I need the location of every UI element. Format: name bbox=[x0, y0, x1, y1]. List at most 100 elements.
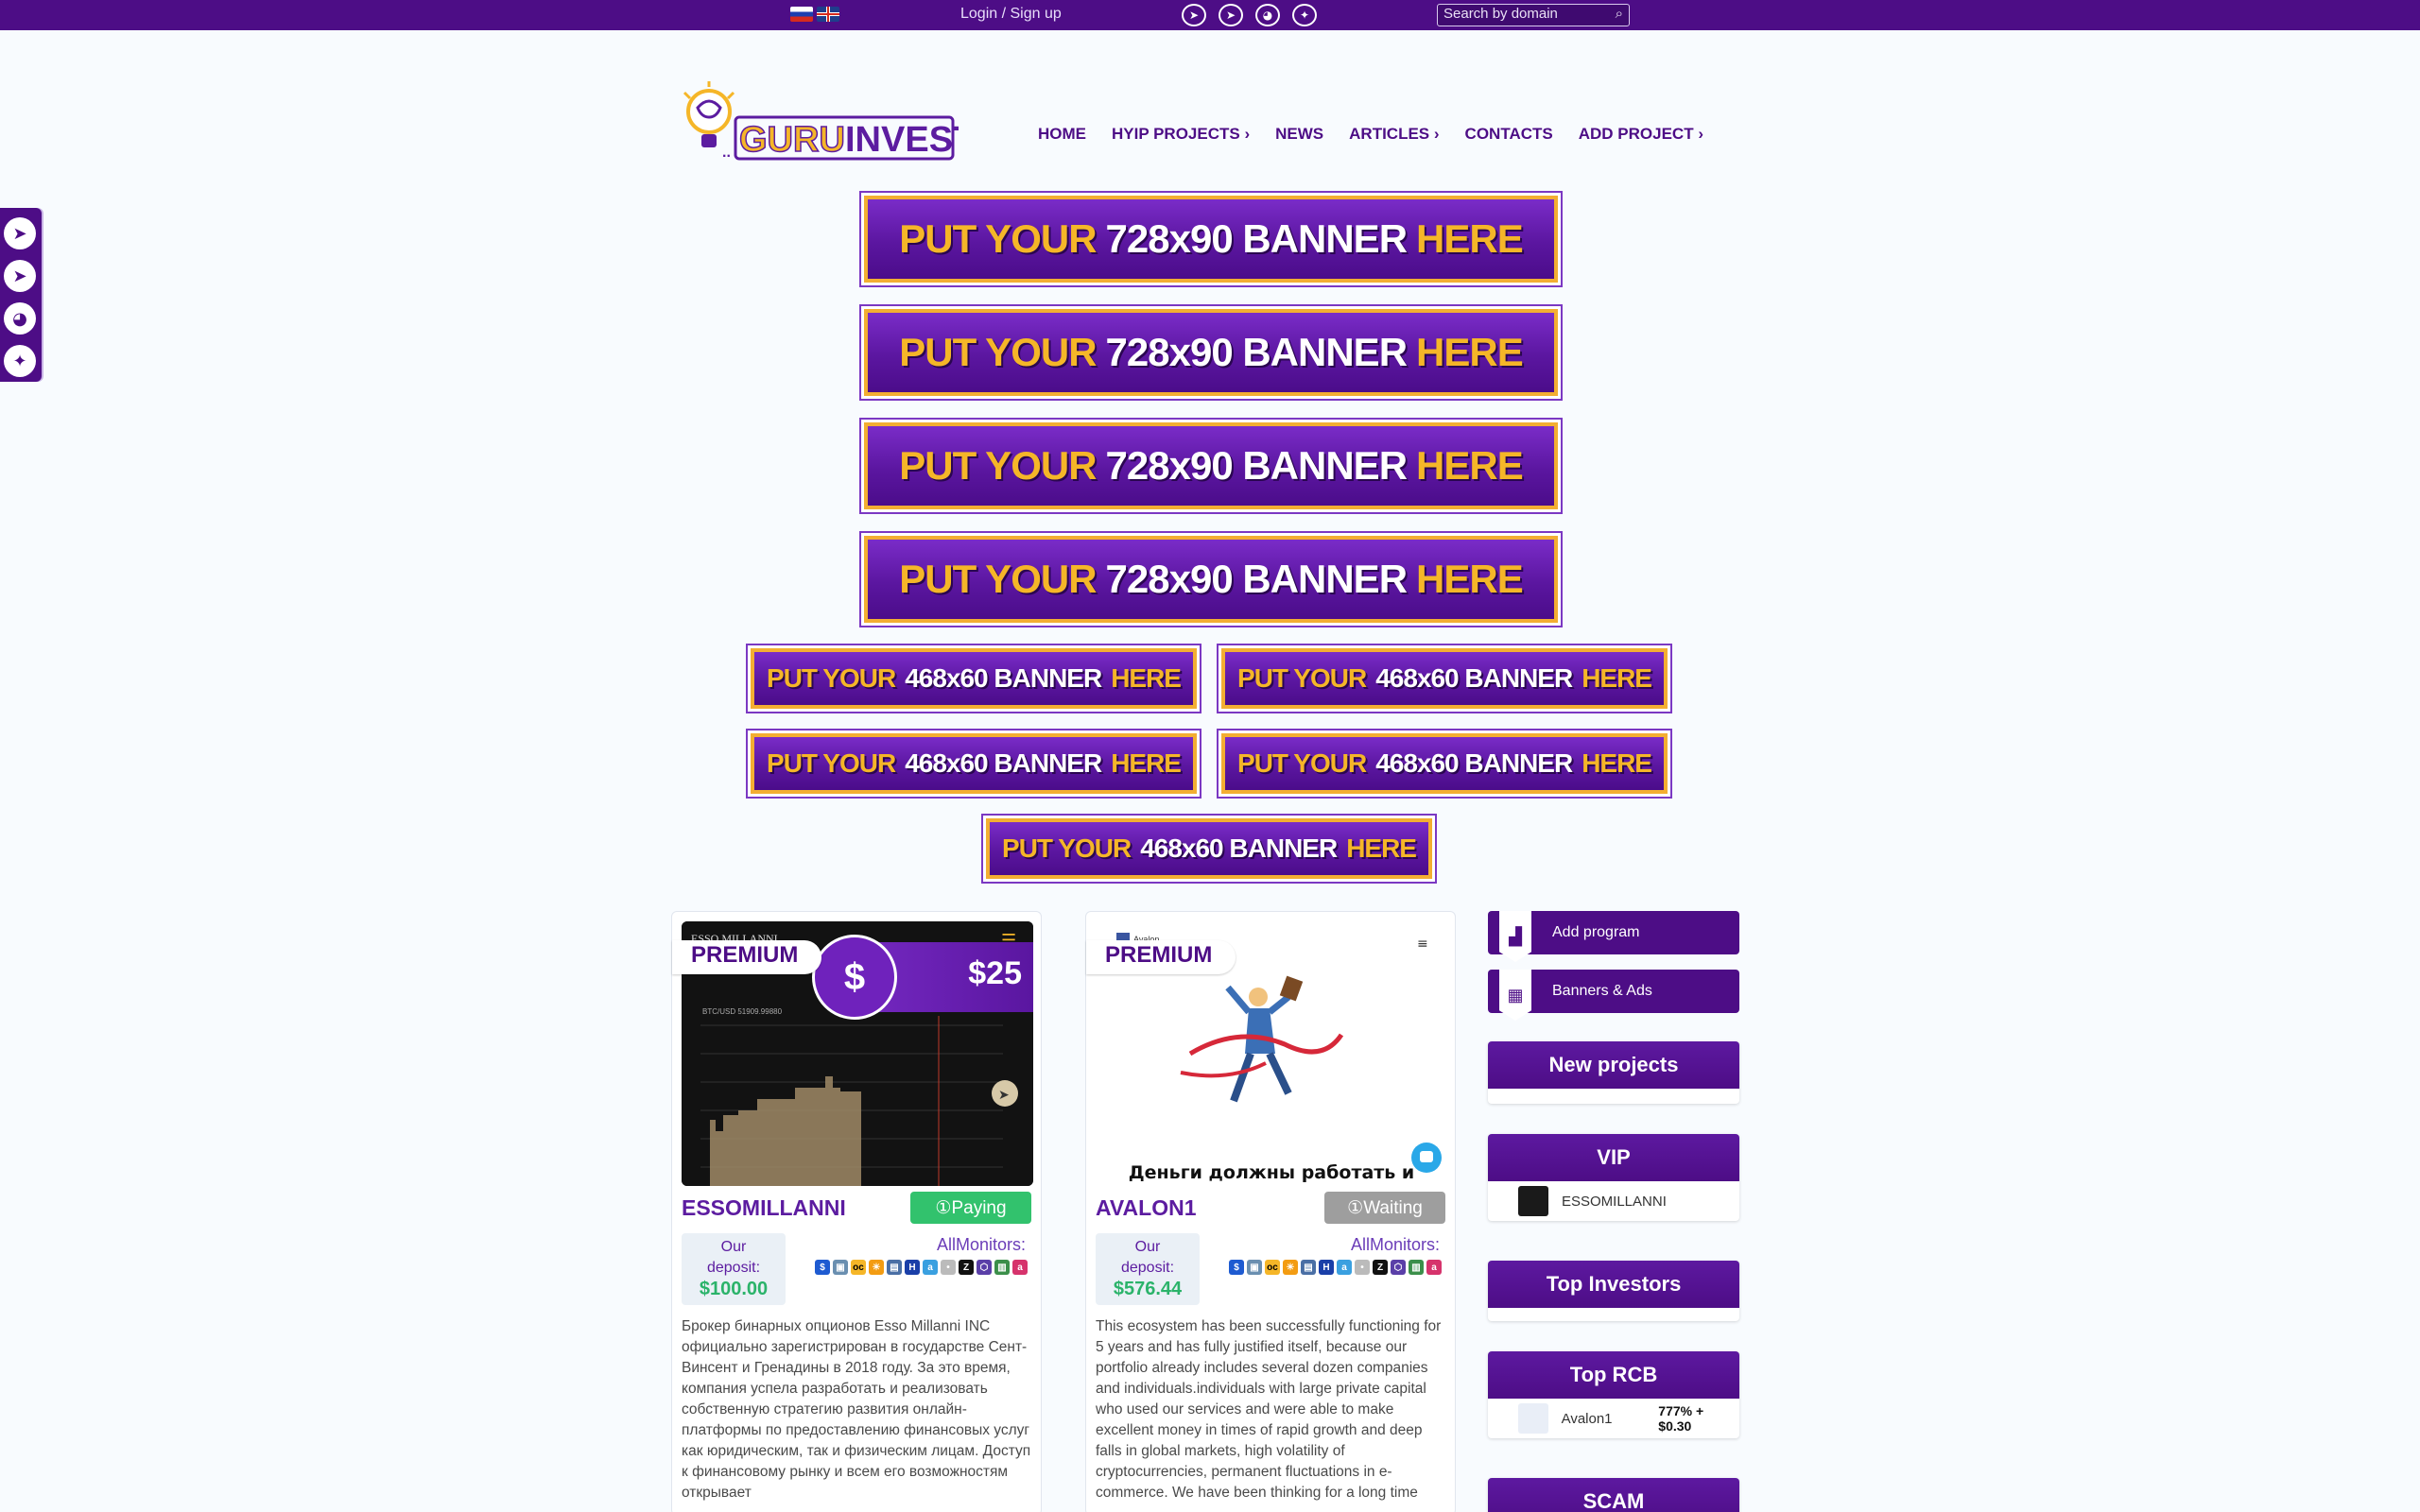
banner-text: HERE bbox=[1111, 748, 1182, 778]
project-card[interactable]: ESSO MILLANNI ☰ BTC/USD 51909.99880 ➤ $ … bbox=[671, 911, 1042, 1512]
telegram-icon[interactable]: ➤ bbox=[4, 260, 36, 292]
monitor-icon[interactable]: • bbox=[1355, 1260, 1370, 1275]
banner-468x60[interactable]: PUT YOUR 468x60 BANNER HERE bbox=[751, 648, 1197, 709]
banner-468x60[interactable]: PUT YOUR 468x60 BANNER HERE bbox=[1221, 733, 1668, 794]
twitter-icon[interactable]: ✦ bbox=[1292, 4, 1317, 26]
premium-badge: PREMIUM bbox=[672, 940, 821, 974]
chat-icon[interactable]: ◕ bbox=[4, 302, 36, 335]
uk-flag-icon[interactable] bbox=[817, 7, 839, 22]
allmonitors-label[interactable]: AllMonitors: bbox=[937, 1235, 1026, 1255]
list-item[interactable]: Avalon1 777% + $0.30 bbox=[1488, 1399, 1739, 1438]
monitor-icon[interactable]: oc bbox=[851, 1260, 866, 1275]
monitor-icon[interactable]: Z bbox=[959, 1260, 974, 1275]
list-item[interactable]: ESSOMILLANNI bbox=[1488, 1181, 1739, 1221]
status-badge: ①Waiting bbox=[1324, 1192, 1445, 1224]
banner-728x90[interactable]: PUT YOUR 728x90 BANNER HERE bbox=[864, 309, 1558, 396]
login-signup-link[interactable]: Login / Sign up bbox=[960, 6, 1062, 23]
monitor-icon[interactable]: ⬡ bbox=[977, 1260, 992, 1275]
widget-title[interactable]: Top Investors bbox=[1488, 1261, 1739, 1308]
monitor-icon[interactable]: ⬡ bbox=[1391, 1260, 1406, 1275]
widget-title[interactable]: VIP bbox=[1488, 1134, 1739, 1181]
banner-text: 728x90 BANNER bbox=[1105, 443, 1408, 488]
monitor-icon[interactable]: ▤ bbox=[887, 1260, 902, 1275]
banner-text: PUT YOUR bbox=[899, 443, 1097, 488]
chart-icon: ▟ bbox=[1499, 911, 1531, 962]
monitor-icon[interactable]: ▣ bbox=[833, 1260, 848, 1275]
twitter-icon[interactable]: ✦ bbox=[4, 345, 36, 377]
add-program-label: Add program bbox=[1552, 924, 1640, 940]
banner-text: PUT YOUR bbox=[1237, 748, 1367, 778]
top-investors-widget: Top Investors bbox=[1488, 1261, 1739, 1321]
telegram-icon[interactable]: ➤ bbox=[1182, 4, 1206, 26]
ru-flag-icon[interactable] bbox=[790, 7, 813, 22]
banner-728x90[interactable]: PUT YOUR 728x90 BANNER HERE bbox=[864, 196, 1558, 283]
monitor-icon[interactable]: ☀ bbox=[1283, 1260, 1298, 1275]
deposit-amount: $576.44 bbox=[1113, 1279, 1183, 1299]
monitor-icon[interactable]: $ bbox=[1229, 1260, 1244, 1275]
monitor-icon[interactable]: $ bbox=[815, 1260, 830, 1275]
monitor-icon[interactable]: a bbox=[1012, 1260, 1028, 1275]
deposit-amount: $100.00 bbox=[699, 1279, 769, 1299]
banner-text: HERE bbox=[1416, 443, 1524, 488]
banner-text: 728x90 BANNER bbox=[1105, 216, 1408, 261]
nav-articles[interactable]: ARTICLES › bbox=[1349, 125, 1439, 144]
banner-text: HERE bbox=[1416, 557, 1524, 601]
monitor-icon[interactable]: a bbox=[1337, 1260, 1352, 1275]
widget-title[interactable]: SCAM bbox=[1488, 1478, 1739, 1512]
banners-ads-button[interactable]: ▦ Banners & Ads bbox=[1488, 970, 1739, 1021]
monitor-icon[interactable]: ☀ bbox=[869, 1260, 884, 1275]
monitor-icon[interactable]: a bbox=[1426, 1260, 1442, 1275]
search-placeholder: Search by domain bbox=[1443, 6, 1558, 22]
monitor-icon[interactable]: ▥ bbox=[1409, 1260, 1424, 1275]
nav-add-project[interactable]: ADD PROJECT › bbox=[1579, 125, 1703, 144]
chat-icon[interactable]: ◕ bbox=[1255, 4, 1280, 26]
nav-contacts[interactable]: CONTACTS bbox=[1465, 125, 1553, 144]
search-icon[interactable]: ⌕ bbox=[1616, 6, 1623, 22]
project-name[interactable]: AVALON1 bbox=[1096, 1195, 1197, 1221]
project-card[interactable]: Avalon ≡ Деньги должны работать и PREMIU… bbox=[1085, 911, 1456, 1512]
banners-ads-label: Banners & Ads bbox=[1552, 983, 1652, 999]
telegram-icon[interactable]: ➤ bbox=[4, 217, 36, 249]
banner-text: HERE bbox=[1582, 663, 1652, 693]
banner-text: PUT YOUR bbox=[899, 557, 1097, 601]
banner-468x60[interactable]: PUT YOUR 468x60 BANNER HERE bbox=[1221, 648, 1668, 709]
chevron-right-icon: › bbox=[1244, 125, 1251, 143]
svg-text:Деньги должны работать и: Деньги должны работать и bbox=[1129, 1162, 1414, 1183]
rcb-value: 777% + $0.30 bbox=[1658, 1403, 1704, 1434]
add-program-button[interactable]: ▟ Add program bbox=[1488, 911, 1739, 962]
banner-728x90[interactable]: PUT YOUR 728x90 BANNER HERE bbox=[864, 422, 1558, 509]
vip-widget: VIP ESSOMILLANNI bbox=[1488, 1134, 1739, 1221]
monitor-icon[interactable]: H bbox=[905, 1260, 920, 1275]
guruinvest-logo[interactable]: .. GURU INVEST bbox=[677, 79, 959, 164]
svg-text:➤: ➤ bbox=[998, 1088, 1010, 1103]
main-nav: HOME HYIP PROJECTS › NEWS ARTICLES › CON… bbox=[1038, 125, 1703, 144]
monitor-icon[interactable]: oc bbox=[1265, 1260, 1280, 1275]
monitor-icon[interactable]: a bbox=[923, 1260, 938, 1275]
nav-news[interactable]: NEWS bbox=[1275, 125, 1323, 144]
banner-text: PUT YOUR bbox=[1237, 663, 1367, 693]
grid-icon: ▦ bbox=[1499, 970, 1531, 1021]
monitor-icon[interactable]: • bbox=[941, 1260, 956, 1275]
domain-search-input[interactable]: Search by domain ⌕ bbox=[1437, 4, 1630, 26]
list-item-label: ESSOMILLANNI bbox=[1562, 1193, 1667, 1210]
banner-468x60[interactable]: PUT YOUR 468x60 BANNER HERE bbox=[751, 733, 1197, 794]
monitor-icon[interactable]: ▥ bbox=[994, 1260, 1010, 1275]
nav-hyip-projects[interactable]: HYIP PROJECTS › bbox=[1112, 125, 1250, 144]
monitor-icon[interactable]: H bbox=[1319, 1260, 1334, 1275]
project-description: Брокер бинарных опционов Esso Millanni I… bbox=[682, 1318, 1031, 1501]
telegram-icon[interactable]: ➤ bbox=[1219, 4, 1243, 26]
nav-home[interactable]: HOME bbox=[1038, 125, 1086, 144]
monitor-icon[interactable]: Z bbox=[1373, 1260, 1388, 1275]
project-name[interactable]: ESSOMILLANNI bbox=[682, 1195, 846, 1221]
widget-title[interactable]: Top RCB bbox=[1488, 1351, 1739, 1399]
monitor-icon[interactable]: ▤ bbox=[1301, 1260, 1316, 1275]
banner-468x60[interactable]: PUT YOUR 468x60 BANNER HERE bbox=[986, 818, 1432, 879]
allmonitors-label[interactable]: AllMonitors: bbox=[1351, 1235, 1440, 1255]
widget-title[interactable]: New projects bbox=[1488, 1041, 1739, 1089]
banner-728x90[interactable]: PUT YOUR 728x90 BANNER HERE bbox=[864, 536, 1558, 623]
banner-text: HERE bbox=[1346, 833, 1417, 863]
svg-text:≡: ≡ bbox=[1417, 936, 1428, 952]
banner-text: 468x60 BANNER bbox=[905, 663, 1102, 693]
deposit-box: Our deposit: $576.44 bbox=[1096, 1233, 1200, 1305]
monitor-icon[interactable]: ▣ bbox=[1247, 1260, 1262, 1275]
